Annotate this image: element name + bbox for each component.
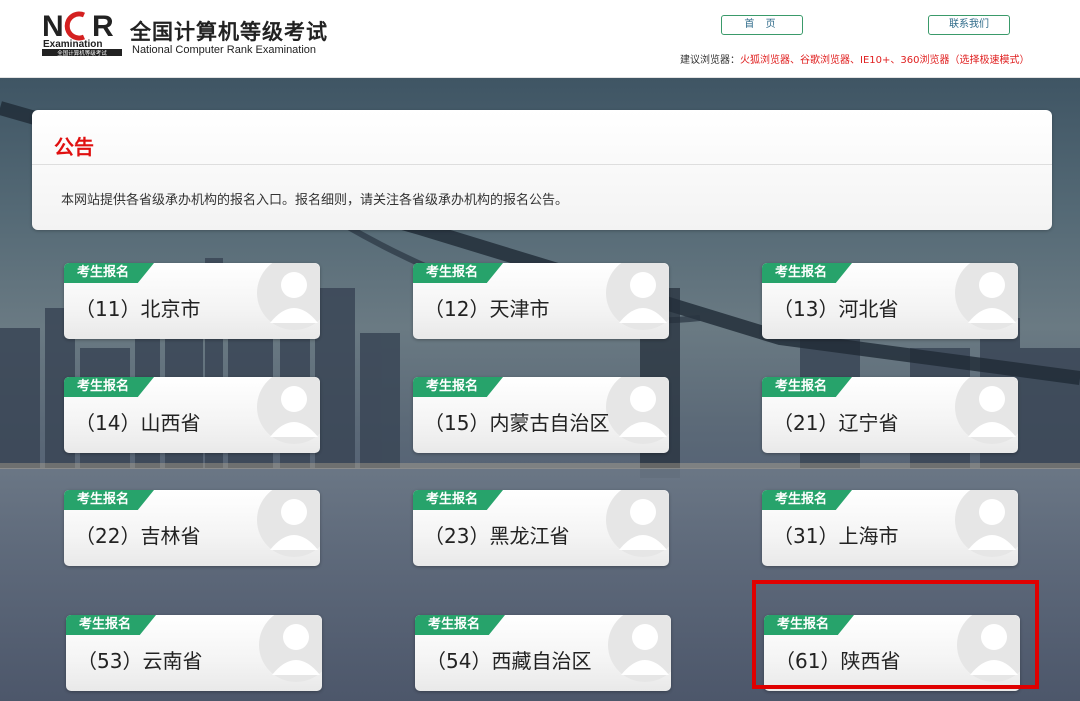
home-button[interactable]: 首 页 — [721, 15, 803, 35]
province-label: （53）云南省 — [77, 649, 203, 673]
province-card[interactable]: 考生报名 （11）北京市 — [64, 263, 320, 339]
province-card[interactable]: 考生报名 （23）黑龙江省 — [413, 490, 669, 566]
avatar-placeholder-icon — [605, 377, 669, 453]
site-title: 全国计算机等级考试 — [130, 20, 328, 44]
register-tag: 考生报名 — [762, 263, 852, 283]
province-card[interactable]: 考生报名 （54）西藏自治区 — [415, 615, 671, 691]
browser-tip-list: 火狐浏览器、谷歌浏览器、IE10+、360浏览器（选择极速模式） — [740, 55, 1030, 66]
notice-panel: 公告 本网站提供各省级承办机构的报名入口。报名细则，请关注各省级承办机构的报名公… — [32, 110, 1052, 230]
notice-text: 本网站提供各省级承办机构的报名入口。报名细则，请关注各省级承办机构的报名公告。 — [61, 193, 569, 208]
province-card[interactable]: 考生报名 （15）内蒙古自治区 — [413, 377, 669, 453]
avatar-placeholder-icon — [954, 490, 1018, 566]
register-tag: 考生报名 — [413, 490, 503, 510]
province-label: （12）天津市 — [424, 297, 550, 321]
province-label: （23）黑龙江省 — [424, 524, 570, 548]
province-card[interactable]: 考生报名 （22）吉林省 — [64, 490, 320, 566]
province-card[interactable]: 考生报名 （53）云南省 — [66, 615, 322, 691]
register-tag: 考生报名 — [762, 490, 852, 510]
svg-text:Examination: Examination — [43, 39, 102, 50]
avatar-placeholder-icon — [605, 490, 669, 566]
contact-button[interactable]: 联系我们 — [928, 15, 1010, 35]
register-tag: 考生报名 — [413, 263, 503, 283]
avatar-placeholder-icon — [954, 377, 1018, 453]
site-header: N R Examination 全国计算机等级考试 全国计算机等级考试 Nati… — [0, 0, 1080, 78]
province-card[interactable]: 考生报名 （13）河北省 — [762, 263, 1018, 339]
province-label: （15）内蒙古自治区 — [424, 411, 610, 435]
register-tag: 考生报名 — [64, 490, 154, 510]
register-tag: 考生报名 — [764, 615, 854, 635]
notice-divider — [32, 164, 1052, 165]
avatar-placeholder-icon — [605, 263, 669, 339]
register-tag: 考生报名 — [64, 263, 154, 283]
province-card[interactable]: 考生报名 （12）天津市 — [413, 263, 669, 339]
province-label: （11）北京市 — [75, 297, 201, 321]
province-card[interactable]: 考生报名 （21）辽宁省 — [762, 377, 1018, 453]
avatar-placeholder-icon — [258, 615, 322, 691]
province-label: （21）辽宁省 — [773, 411, 899, 435]
browser-tip-label: 建议浏览器： — [680, 55, 740, 66]
site-subtitle: National Computer Rank Examination — [132, 44, 317, 56]
province-label: （14）山西省 — [75, 411, 201, 435]
avatar-placeholder-icon — [956, 615, 1020, 691]
svg-text:全国计算机等级考试: 全国计算机等级考试 — [57, 49, 107, 56]
province-card[interactable]: 考生报名 （31）上海市 — [762, 490, 1018, 566]
avatar-placeholder-icon — [607, 615, 671, 691]
avatar-placeholder-icon — [256, 263, 320, 339]
avatar-placeholder-icon — [256, 377, 320, 453]
province-label: （22）吉林省 — [75, 524, 201, 548]
browser-recommendation: 建议浏览器：火狐浏览器、谷歌浏览器、IE10+、360浏览器（选择极速模式） — [680, 51, 1029, 66]
register-tag: 考生报名 — [66, 615, 156, 635]
register-tag: 考生报名 — [413, 377, 503, 397]
notice-title: 公告 — [54, 135, 94, 159]
avatar-placeholder-icon — [954, 263, 1018, 339]
register-tag: 考生报名 — [64, 377, 154, 397]
province-label: （13）河北省 — [773, 297, 899, 321]
register-tag: 考生报名 — [762, 377, 852, 397]
province-card[interactable]: 考生报名 （61）陕西省 — [764, 615, 1020, 691]
avatar-placeholder-icon — [256, 490, 320, 566]
province-label: （61）陕西省 — [775, 649, 901, 673]
register-tag: 考生报名 — [415, 615, 505, 635]
province-label: （54）西藏自治区 — [426, 649, 592, 673]
province-label: （31）上海市 — [773, 524, 899, 548]
province-card[interactable]: 考生报名 （14）山西省 — [64, 377, 320, 453]
ncre-logo[interactable]: N R Examination 全国计算机等级考试 — [42, 10, 122, 57]
